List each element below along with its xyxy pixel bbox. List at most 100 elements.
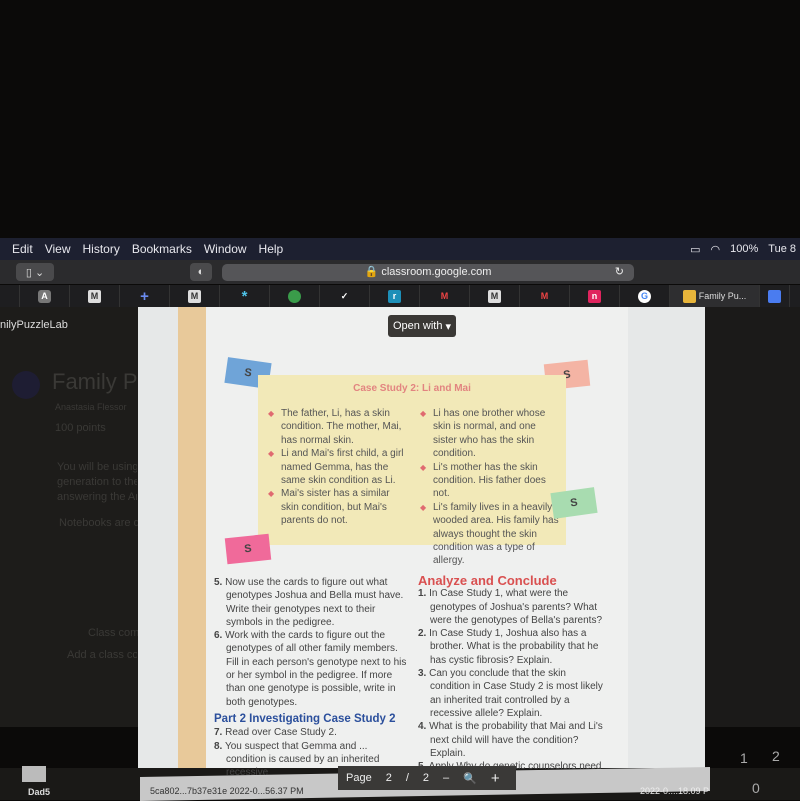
leaf-icon [288,289,301,303]
folder-label[interactable]: Dad5 [28,787,50,797]
case-left-column: The father, Li, has a skin condition. Th… [268,407,408,528]
description-line: answering the Ana [57,491,137,503]
question: 3. Can you conclude that the skin condit… [418,668,603,719]
menu-bar: Edit View History Bookmarks Window Help … [0,238,800,260]
key-0: 0 [752,780,760,796]
tab[interactable]: * [220,285,270,307]
reload-icon[interactable]: ↻ [615,264,624,281]
menu-edit[interactable]: Edit [12,242,33,256]
r-icon: r [388,289,401,303]
page-separator: / [405,772,409,784]
bullet: Mai's sister has a similar skin conditio… [268,487,408,527]
tab[interactable]: M [420,285,470,307]
zoom-out-button[interactable]: – [443,772,449,784]
file-label[interactable]: 2022-0....18.09 P [640,786,709,796]
menu-history[interactable]: History [82,242,119,256]
teacher-name: Anastasia Flessor [55,402,127,412]
sidebar-toggle-button[interactable]: ▯ ⌄ [16,263,54,281]
classroom-panel: nilyPuzzleLab Family P Anastasia Flessor… [0,307,139,727]
battery-status[interactable]: 100% [730,243,758,256]
card-pink: S [224,533,272,565]
part2-heading: Part 2 Investigating Case Study 2 [214,712,396,725]
bullet: The father, Li, has a skin condition. Th… [268,407,408,447]
case-right-column: Li has one brother whose skin is normal,… [420,407,560,568]
address-bar[interactable]: 🔒 classroom.google.com ↻ [222,264,634,281]
open-with-label: Open with [392,320,443,332]
m-icon: M [488,289,501,303]
tab-family-puzzle[interactable]: Family Pu... [670,285,760,307]
total-pages: 2 [422,772,430,784]
tab[interactable]: n [570,285,620,307]
current-page[interactable]: 2 [386,772,392,784]
plus-icon: + [140,287,149,305]
step: 5. Now use the cards to figure out what … [214,577,404,628]
bullet: Li's family lives in a heavily wooded ar… [420,501,560,568]
step: 6. Work with the cards to figure out the… [214,630,407,708]
procedure-steps: 5. Now use the cards to figure out what … [214,576,409,779]
google-icon: G [638,289,651,303]
bullet: Li and Mai's first child, a girl named G… [268,447,408,487]
key-1: 1 [740,750,748,766]
description: You will be using t generation to the t … [57,460,137,505]
clock[interactable]: Tue 8 [768,243,796,256]
check-icon: ✓ [340,290,349,301]
tab[interactable]: M [170,285,220,307]
zoom-in-button[interactable]: + [491,770,500,787]
tab[interactable]: M [520,285,570,307]
analyze-heading: Analyze and Conclude [418,573,557,588]
page-label: Page [346,772,372,784]
gmail-icon: M [540,291,549,301]
points: 100 points [55,422,106,434]
zoom-icon: 🔍 [463,772,477,785]
question: 4. What is the probability that Mai and … [418,721,603,759]
class-comments[interactable]: Class comm [88,627,138,639]
question: 2. In Case Study 1, Joshua also has a br… [418,628,599,666]
tab[interactable]: M [470,285,520,307]
case-study-box: Case Study 2: Li and Mai The father, Li,… [258,375,566,566]
menu-bookmarks[interactable]: Bookmarks [132,242,192,256]
description-line: You will be using t [57,461,137,473]
bullet: Li's mother has the skin condition. His … [420,461,560,501]
n-icon: n [588,289,601,303]
tab[interactable]: + [120,285,170,307]
menu-view[interactable]: View [45,242,71,256]
wifi-icon[interactable]: ◠ [711,243,721,256]
privacy-shield-icon[interactable]: ◐ [190,263,212,281]
right-panel [705,307,800,727]
folder-icon[interactable] [22,766,46,782]
tab-label: Family Pu... [698,291,747,301]
assignment-icon [12,371,40,399]
notebooks-note: Notebooks are du [59,517,139,529]
class-title: nilyPuzzleLab [0,319,68,331]
step: 7. Read over Case Study 2. [214,727,337,739]
tab[interactable]: G [620,285,670,307]
tab[interactable] [270,285,320,307]
tab[interactable]: ✓ [320,285,370,307]
url-text: classroom.google.com [381,266,492,278]
question: 1. In Case Study 1, what were the genoty… [418,588,603,626]
classroom-icon [682,289,696,303]
bullet: Li has one brother whose skin is normal,… [420,407,560,461]
menu-window[interactable]: Window [204,242,247,256]
analyze-section: Analyze and Conclude 1. In Case Study 1,… [418,574,603,773]
key-2: 2 [772,748,780,764]
assignment-title: Family P [52,369,138,394]
description-line: generation to the t [57,476,137,488]
m-icon: M [88,289,101,303]
add-comment-link[interactable]: Add a class comm [67,649,137,661]
a-icon: A [38,289,51,303]
tab[interactable]: A [20,285,70,307]
tab[interactable]: r [370,285,420,307]
docs-icon [768,289,781,303]
pdf-page-controls: Page 2 / 2 – 🔍 + [338,766,516,790]
airplay-icon[interactable]: ▭ [690,243,700,256]
tab[interactable] [0,285,20,307]
menu-help[interactable]: Help [259,242,284,256]
file-label[interactable]: 5ca802...7b37e31e 2022-0...56.37 PM [150,786,304,796]
asterisk-icon: * [241,287,248,305]
tab[interactable]: M [70,285,120,307]
tab-bar: A M + M * ✓ r M M M n G Family Pu... [0,285,800,307]
m-icon: M [188,289,201,303]
open-with-button[interactable]: Open with ▾ [388,315,456,337]
tab[interactable] [760,285,790,307]
